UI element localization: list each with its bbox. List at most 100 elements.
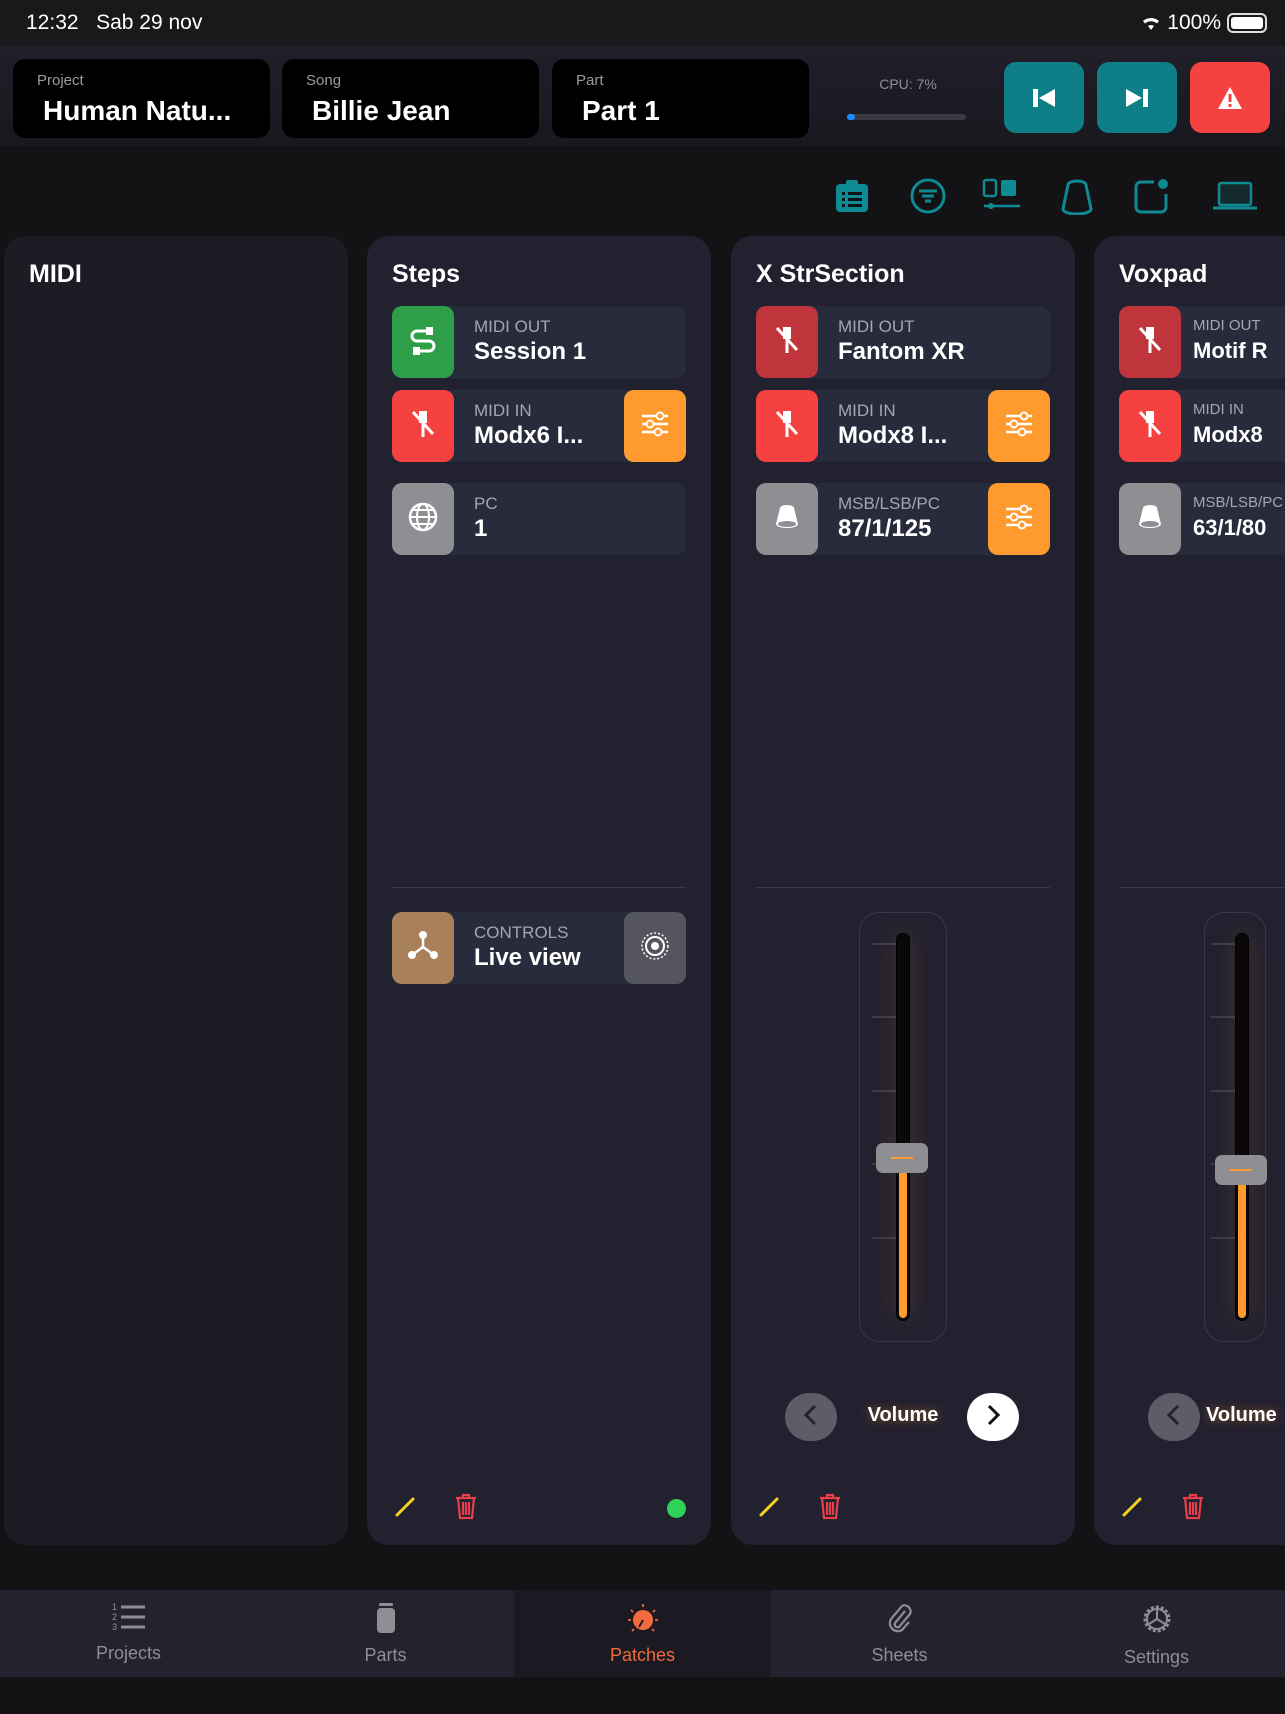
row-label: MIDI IN [474, 401, 532, 420]
patch-row[interactable]: MIDI IN Modx8 I... [756, 390, 1050, 462]
part-selector[interactable]: Part Part 1 [552, 59, 809, 138]
patch-column: Steps MIDI OUT Session 1 MIDI IN Modx6 I... P… [367, 236, 711, 1545]
song-value: Billie Jean [312, 95, 451, 126]
delete-button[interactable] [1178, 1493, 1208, 1523]
pencil-icon [757, 1493, 783, 1524]
settings-button[interactable] [988, 390, 1050, 462]
pencil-icon [1120, 1493, 1146, 1524]
fader-track[interactable] [896, 933, 910, 1321]
volume-fader[interactable] [859, 912, 947, 1342]
fader-thumb[interactable] [876, 1143, 928, 1174]
laptop-button[interactable] [1213, 178, 1257, 218]
tab-sheets[interactable]: Sheets [771, 1590, 1028, 1677]
previous-parameter-button[interactable] [785, 1393, 837, 1441]
delete-button[interactable] [451, 1493, 481, 1523]
row-icon-button[interactable] [1119, 306, 1181, 378]
parts-icon [371, 1602, 401, 1645]
patch-row[interactable]: MSB/LSB/PC 87/1/125 [756, 483, 1050, 555]
row-value: Modx8 I... [838, 422, 948, 449]
fader-tick [1211, 1016, 1237, 1018]
tab-bar: 1 2 3 Projects Parts Patches Sheets Settings [0, 1590, 1285, 1677]
date: Sab 29 nov [96, 11, 203, 34]
patch-row[interactable]: MIDI OUT Session 1 [392, 306, 686, 378]
chevron-right-icon [983, 1403, 1003, 1432]
row-icon-button[interactable] [1119, 483, 1181, 555]
cable-icon [406, 323, 440, 362]
notification-square-button[interactable] [1131, 178, 1171, 218]
tab-projects[interactable]: 1 2 3 Projects [0, 1590, 257, 1677]
clipboard-icon [833, 179, 871, 218]
battery-icon [1227, 13, 1267, 33]
tab-patches[interactable]: Patches [514, 1590, 771, 1677]
header: Project Human Natu... Song Billie Jean P… [0, 46, 1285, 146]
tab-label: Parts [364, 1645, 407, 1665]
row-value: Modx6 I... [474, 422, 584, 449]
project-value: Human Natu... [43, 95, 232, 126]
tab-label: Projects [95, 1643, 162, 1663]
patch-row[interactable]: MIDI OUT Fantom XR [756, 306, 1050, 378]
row-icon-button[interactable] [392, 306, 454, 378]
previous-parameter-button[interactable] [1148, 1393, 1200, 1441]
patch-column: Voxpad MIDI OUT Motif R MIDI IN Modx8 MSB/LSB… [1094, 236, 1285, 1545]
row-icon-button[interactable] [756, 390, 818, 462]
next-parameter-button[interactable] [967, 1393, 1019, 1441]
edit-button[interactable] [1118, 1493, 1148, 1523]
sliders-icon [640, 411, 670, 442]
row-label: MIDI IN [838, 401, 896, 420]
filter-button[interactable] [908, 178, 948, 218]
svg-text:1: 1 [112, 1602, 117, 1612]
battery-percent: 100% [1167, 11, 1221, 34]
tab-settings[interactable]: Settings [1028, 1590, 1285, 1677]
row-value: Fantom XR [838, 338, 965, 365]
previous-button[interactable] [1004, 62, 1084, 133]
chevron-left-icon [1164, 1403, 1184, 1432]
tab-parts[interactable]: Parts [257, 1590, 514, 1677]
delete-button[interactable] [815, 1493, 845, 1523]
column-title: Steps [392, 260, 461, 288]
patch-row[interactable]: PC 1 [392, 483, 686, 555]
fader-tick [1211, 1237, 1237, 1239]
row-value: 63/1/80 [1193, 515, 1267, 540]
divider [756, 887, 1050, 888]
patch-row[interactable]: MIDI IN Modx8 [1119, 390, 1285, 462]
patch-row[interactable]: MIDI IN Modx6 I... [392, 390, 686, 462]
layout-button[interactable] [982, 178, 1022, 218]
row-icon-button[interactable] [756, 483, 818, 555]
edit-button[interactable] [755, 1493, 785, 1523]
settings-button[interactable] [988, 483, 1050, 555]
live-view-button[interactable] [624, 912, 686, 984]
row-icon-button[interactable] [392, 390, 454, 462]
part-value: Part 1 [582, 95, 660, 126]
row-icon-button[interactable] [392, 483, 454, 555]
cpu-usage-label: CPU: 7% [879, 76, 937, 92]
row-icon-button[interactable] [392, 912, 454, 984]
fader-tick [872, 1090, 898, 1092]
row-icon-button[interactable] [1119, 390, 1181, 462]
disconnected-icon [1135, 323, 1165, 362]
row-value: Session 1 [474, 338, 587, 365]
tab-label: Settings [1123, 1647, 1190, 1667]
knob-button[interactable] [1057, 178, 1097, 218]
patch-row[interactable]: CONTROLS Live view [392, 912, 686, 984]
project-selector[interactable]: Project Human Natu... [13, 59, 270, 138]
fader-track[interactable] [1235, 933, 1249, 1321]
volume-fader[interactable] [1204, 912, 1267, 1342]
song-selector[interactable]: Song Billie Jean [282, 59, 539, 138]
disconnected-icon [772, 407, 802, 446]
settings-button[interactable] [624, 390, 686, 462]
patch-row[interactable]: MSB/LSB/PC 63/1/80 [1119, 483, 1285, 555]
row-icon-button[interactable] [756, 306, 818, 378]
fader-tick [872, 943, 898, 945]
status-bar: 12:32 Sab 29 nov 100% [0, 0, 1285, 46]
edit-button[interactable] [391, 1493, 421, 1523]
target-icon [639, 930, 671, 967]
paperclip-icon [885, 1602, 915, 1645]
cpu-usage-fill [847, 114, 856, 120]
next-button[interactable] [1097, 62, 1177, 133]
patch-row[interactable]: MIDI OUT Motif R [1119, 306, 1285, 378]
tab-label: Patches [609, 1645, 676, 1665]
time: 12:32 [26, 11, 79, 34]
fader-thumb[interactable] [1215, 1154, 1267, 1185]
panic-button[interactable] [1190, 62, 1270, 133]
clipboard-button[interactable] [832, 178, 872, 218]
